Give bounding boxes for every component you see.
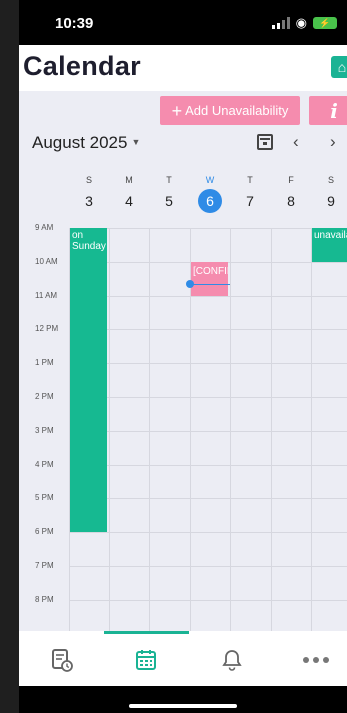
bell-icon[interactable] [217, 645, 247, 675]
day-letter: M [125, 175, 133, 185]
hour-label: 7 PM [35, 561, 54, 570]
day-letter: W [205, 175, 215, 185]
calendar-today-icon[interactable] [257, 134, 273, 150]
day-column-line [149, 228, 150, 631]
hour-line [69, 464, 347, 466]
calendar-event[interactable]: [CONFIRMED] [191, 261, 228, 296]
next-week-button[interactable]: › [330, 132, 336, 152]
hour-label: 4 PM [35, 459, 54, 469]
battery-icon: ⚡ [313, 17, 337, 29]
day-column-line [271, 228, 272, 631]
day-number: 7 [246, 193, 254, 209]
day-header[interactable]: M4 [109, 175, 149, 213]
add-unavailability-label: Add Unavailability [185, 103, 289, 118]
day-letter: T [247, 175, 253, 185]
status-bar: 10:39 ◉ ⚡ [19, 0, 347, 45]
hour-label: 10 AM [35, 256, 58, 266]
calendar-event[interactable]: unavailable [312, 228, 347, 262]
more-icon[interactable] [301, 645, 331, 675]
hour-line [69, 430, 347, 432]
status-time: 10:39 [55, 15, 94, 32]
hour-line [69, 566, 347, 567]
prev-week-button[interactable]: ‹ [293, 132, 299, 152]
hour-label: 6 PM [35, 527, 54, 537]
timesheet-icon[interactable] [47, 645, 77, 675]
day-letter: F [288, 175, 294, 185]
hour-line [69, 599, 347, 601]
day-header[interactable]: S9 [311, 175, 347, 213]
hour-line [69, 329, 347, 331]
hour-line [69, 228, 347, 229]
hour-label: 12 PM [35, 324, 59, 334]
calendar-icon[interactable] [131, 645, 161, 675]
hour-label: 3 PM [35, 425, 54, 435]
signal-icon [271, 17, 290, 29]
wifi-icon: ◉ [295, 15, 307, 30]
day-column-line [230, 228, 231, 631]
add-unavailability-button[interactable]: + Add Unavailability [160, 96, 300, 125]
hour-label: 1 PM [35, 358, 54, 368]
day-number: 5 [165, 193, 173, 209]
day-header[interactable]: F8 [271, 175, 311, 213]
app-header: Calendar ⌂ [19, 45, 347, 91]
day-header[interactable]: W6 [190, 175, 230, 213]
calendar-event[interactable]: on Sunday [70, 228, 107, 533]
hour-label: 5 PM [35, 493, 54, 503]
day-number: 6 [198, 189, 222, 213]
bottom-tab-bar [19, 631, 347, 686]
calendar-view: + Add Unavailability i August 2025 ▼ ‹ › … [19, 91, 347, 631]
hour-label: 2 PM [35, 392, 54, 401]
info-button[interactable]: i [309, 96, 347, 125]
current-time-line [190, 283, 230, 285]
caret-down-icon: ▼ [131, 137, 141, 147]
day-number: 8 [287, 193, 295, 209]
day-column-line [109, 228, 110, 631]
home-icon[interactable]: ⌂ [331, 56, 347, 78]
day-number: 4 [125, 193, 133, 209]
hour-line [69, 363, 347, 365]
phone-screen: 10:39 ◉ ⚡ Calendar ⌂ + Add Unavailabilit… [19, 0, 347, 713]
hour-line [69, 498, 347, 500]
day-header[interactable]: T5 [149, 175, 189, 213]
current-time-dot [186, 279, 194, 288]
day-header[interactable]: T7 [230, 175, 270, 213]
time-grid[interactable]: 9 AM 10 AM 11 AM 12 PM 1 PM 2 PM 3 PM 4 PM 5 PM 6… [19, 223, 347, 631]
hour-label: 11 AM [35, 290, 58, 300]
month-selector[interactable]: August 2025 ▼ [32, 133, 140, 153]
day-number: 3 [85, 193, 93, 209]
home-indicator [19, 686, 347, 713]
day-header[interactable]: S3 [69, 175, 109, 213]
hour-label: 9 AM [35, 223, 54, 232]
hour-line [69, 295, 347, 297]
active-tab-indicator [104, 631, 189, 634]
hour-label: 8 PM [35, 594, 54, 604]
day-letter: T [166, 175, 172, 185]
day-column-line [311, 228, 312, 631]
day-number: 9 [327, 193, 335, 209]
month-label: August 2025 [32, 133, 128, 152]
plus-icon: + [171, 100, 183, 121]
hour-line [69, 532, 347, 534]
page-title: Calendar [23, 51, 141, 81]
day-letter: S [85, 175, 92, 185]
hour-line [69, 397, 347, 398]
day-letter: S [327, 175, 334, 185]
